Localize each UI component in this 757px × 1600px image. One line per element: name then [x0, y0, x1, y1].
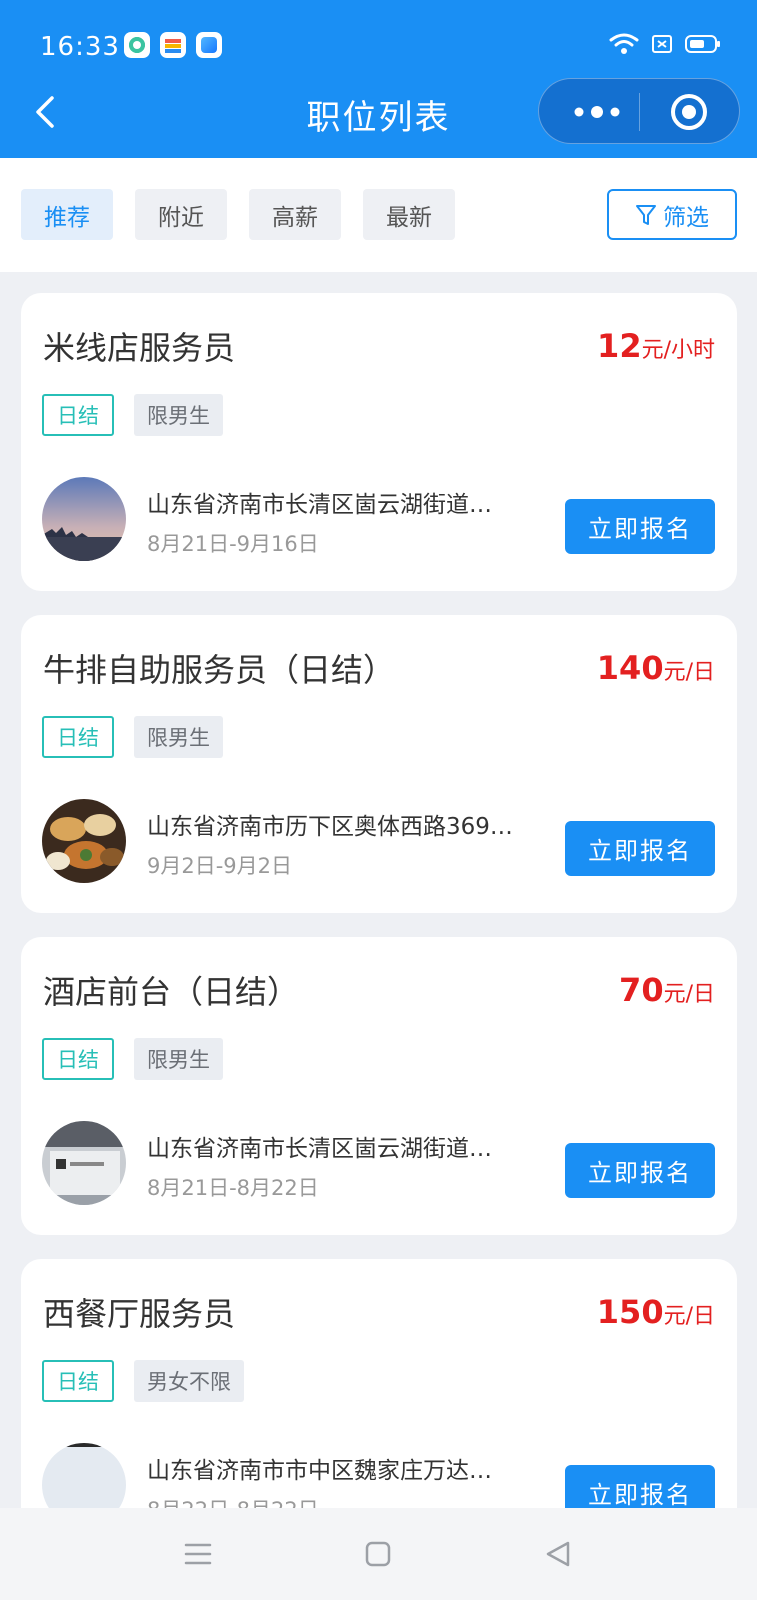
app-notification-icon	[196, 32, 222, 58]
job-address: 山东省济南市市中区魏家庄万达…	[147, 1458, 492, 1484]
gender-tag: 限男生	[134, 1038, 223, 1080]
wifi-icon	[609, 32, 639, 56]
job-tags: 日结 限男生	[42, 716, 223, 758]
filter-button-label: 筛选	[663, 204, 709, 231]
salary-amount: 70	[619, 971, 664, 1009]
salary: 140 元/日	[597, 649, 715, 687]
job-date-range: 8月21日-8月22日	[147, 1176, 319, 1200]
job-address: 山东省济南市历下区奥体西路369…	[147, 814, 513, 840]
apply-button[interactable]: 立即报名	[565, 499, 715, 554]
salary: 70 元/日	[619, 971, 715, 1009]
job-title: 米线店服务员	[43, 329, 236, 367]
tab-high-salary[interactable]: 高薪	[249, 189, 341, 240]
wallet-app-icon	[160, 32, 186, 58]
salary-unit: 元/日	[663, 982, 715, 1007]
job-card[interactable]: 牛排自助服务员（日结） 140 元/日 日结 限男生 山东省济南市历下区奥体西路…	[21, 615, 737, 913]
salary-amount: 140	[596, 649, 664, 687]
daily-settle-tag: 日结	[42, 716, 114, 758]
job-tags: 日结 限男生	[42, 1038, 223, 1080]
daily-settle-tag: 日结	[42, 1360, 114, 1402]
capsule-divider	[639, 93, 640, 131]
job-title: 酒店前台（日结）	[43, 973, 300, 1011]
salary-unit: 元/日	[663, 660, 715, 685]
tab-nearby[interactable]: 附近	[135, 189, 227, 240]
home-button[interactable]	[364, 1540, 392, 1572]
top-bar: 16:33 职位列表	[0, 0, 757, 158]
no-sim-icon	[651, 33, 673, 55]
more-button[interactable]	[569, 99, 625, 125]
gender-tag: 限男生	[134, 716, 223, 758]
job-tags: 日结 限男生	[42, 394, 223, 436]
gender-tag: 限男生	[134, 394, 223, 436]
category-tabs: 推荐 附近 高薪 最新	[21, 189, 455, 240]
apply-button[interactable]: 立即报名	[565, 1143, 715, 1198]
target-circle-icon	[671, 94, 707, 130]
job-tags: 日结 男女不限	[42, 1360, 244, 1402]
close-miniprogram-button[interactable]	[669, 92, 709, 132]
navigation-bar: 职位列表	[0, 78, 757, 148]
job-address: 山东省济南市长清区崮云湖街道…	[147, 1136, 492, 1162]
daily-settle-tag: 日结	[42, 394, 114, 436]
filter-button[interactable]: 筛选	[607, 189, 737, 240]
employer-avatar	[42, 799, 126, 883]
gender-tag: 男女不限	[134, 1360, 244, 1402]
system-icons	[609, 32, 721, 56]
filter-bar: 推荐 附近 高薪 最新 筛选	[0, 158, 757, 272]
job-date-range: 8月21日-9月16日	[147, 532, 319, 556]
salary-unit: 元/小时	[641, 338, 715, 363]
status-time: 16:33	[40, 32, 120, 62]
miniprogram-capsule	[538, 78, 740, 144]
apply-button[interactable]: 立即报名	[565, 821, 715, 876]
employer-avatar	[42, 477, 126, 561]
triangle-back-icon	[546, 1541, 570, 1567]
salary: 150 元/日	[597, 1293, 715, 1331]
daily-settle-tag: 日结	[42, 1038, 114, 1080]
employer-avatar	[42, 1121, 126, 1205]
job-address: 山东省济南市长清区崮云湖街道…	[147, 492, 492, 518]
job-card[interactable]: 米线店服务员 12 元/小时 日结 限男生 山东省济南市长清区崮云湖街道… 8月…	[21, 293, 737, 591]
job-title: 西餐厅服务员	[43, 1295, 236, 1333]
salary-amount: 150	[596, 1293, 664, 1331]
app-notification-icon	[124, 32, 150, 58]
tab-recommended[interactable]: 推荐	[21, 189, 113, 240]
tab-latest[interactable]: 最新	[363, 189, 455, 240]
menu-lines-icon	[184, 1543, 212, 1565]
notification-icons	[124, 32, 222, 58]
job-card[interactable]: 酒店前台（日结） 70 元/日 日结 限男生 山东省济南市长清区崮云湖街道… 8…	[21, 937, 737, 1235]
status-bar: 16:33	[0, 22, 757, 72]
salary-unit: 元/日	[663, 1304, 715, 1329]
more-dots-icon	[574, 106, 620, 118]
salary-amount: 12	[597, 327, 642, 365]
funnel-icon	[636, 204, 656, 225]
menu-button[interactable]	[184, 1540, 212, 1572]
system-navigation-bar	[0, 1508, 757, 1600]
back-nav-button[interactable]	[544, 1540, 572, 1572]
job-title: 牛排自助服务员（日结）	[43, 651, 396, 689]
battery-icon	[685, 33, 721, 55]
job-date-range: 9月2日-9月2日	[147, 854, 293, 878]
salary: 12 元/小时	[597, 327, 715, 365]
square-home-icon	[365, 1541, 391, 1567]
